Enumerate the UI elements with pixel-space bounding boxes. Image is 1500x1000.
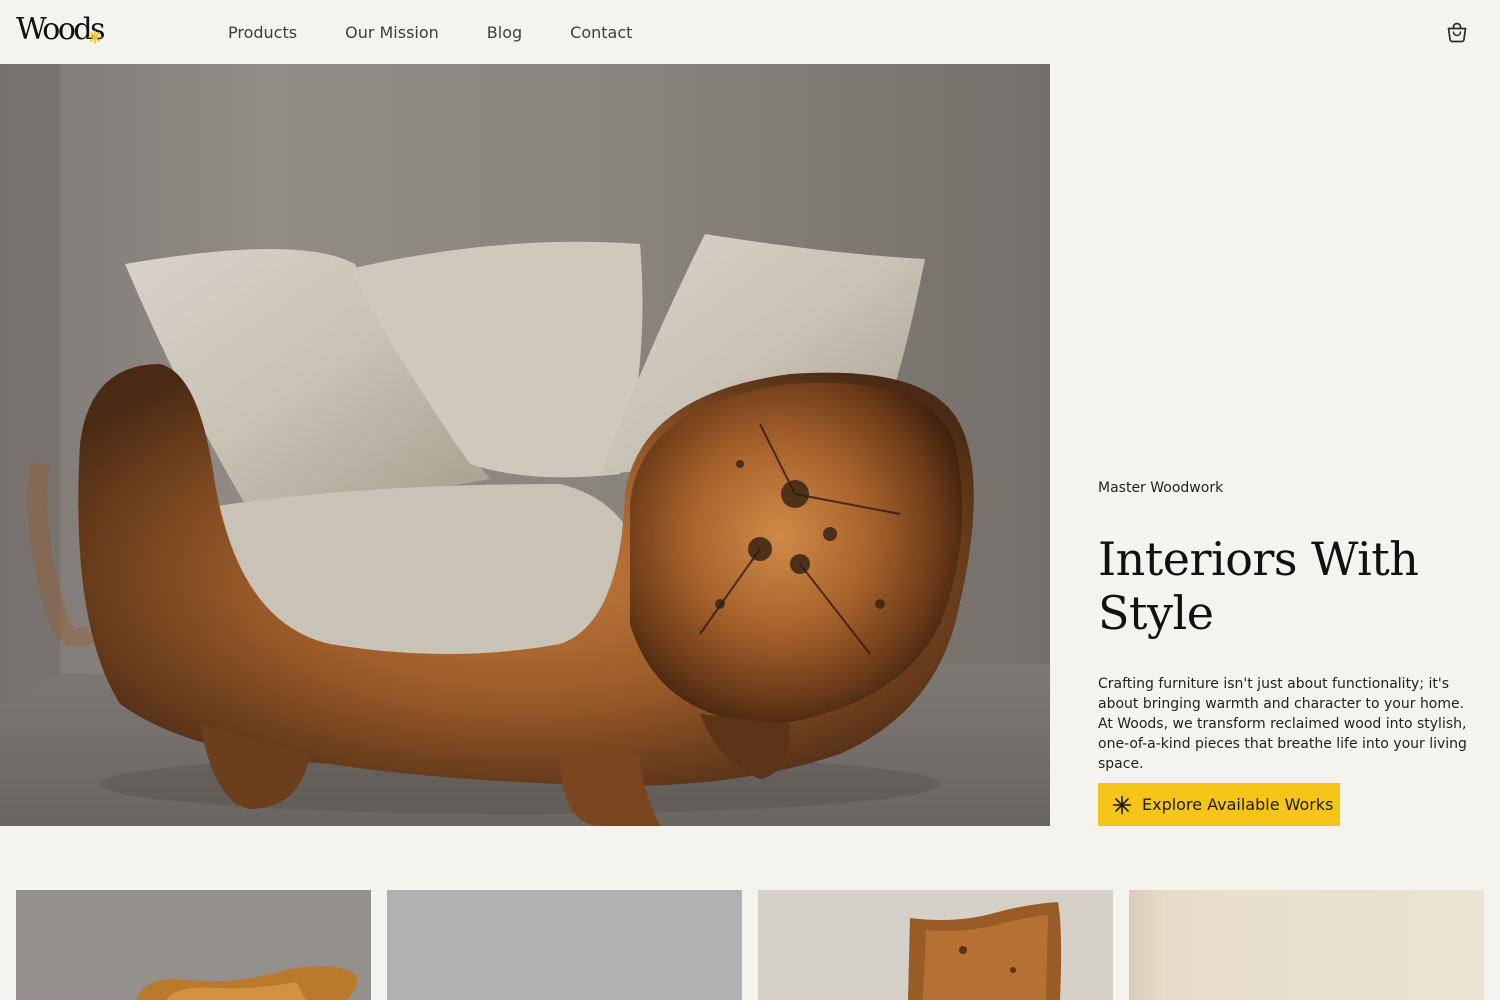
product-card[interactable] bbox=[1129, 890, 1484, 1000]
logo-star-icon bbox=[88, 30, 102, 44]
nav-link-blog[interactable]: Blog bbox=[487, 23, 522, 42]
cream-wall-product-photo bbox=[1129, 890, 1484, 1000]
site-header: Woods Products Our Mission Blog Contact bbox=[0, 0, 1500, 64]
carved-wooden-chair-photo bbox=[16, 890, 371, 1000]
explore-available-works-button[interactable]: Explore Available Works bbox=[1098, 783, 1340, 826]
product-card[interactable] bbox=[387, 890, 742, 1000]
nav-link-contact[interactable]: Contact bbox=[570, 23, 632, 42]
asterisk-icon bbox=[1112, 795, 1132, 814]
hero-text: Master Woodwork Interiors With Style Cra… bbox=[1098, 478, 1483, 774]
product-card[interactable] bbox=[16, 890, 371, 1000]
grey-background-product-photo bbox=[387, 890, 742, 1000]
shopping-bag-icon bbox=[1447, 22, 1467, 43]
hero-headline: Interiors With Style bbox=[1098, 532, 1419, 640]
hero-image bbox=[0, 64, 1050, 826]
cart-button[interactable] bbox=[1445, 20, 1469, 44]
woods-logo[interactable]: Woods bbox=[16, 10, 106, 50]
main-nav: Products Our Mission Blog Contact bbox=[228, 20, 632, 44]
wooden-chair-back-photo bbox=[758, 890, 1113, 1000]
cta-label: Explore Available Works bbox=[1142, 795, 1334, 814]
nav-link-our-mission[interactable]: Our Mission bbox=[345, 23, 439, 42]
hero-eyebrow: Master Woodwork bbox=[1098, 480, 1224, 496]
hero-description: Crafting furniture isn't just about func… bbox=[1098, 676, 1467, 772]
product-card[interactable] bbox=[758, 890, 1113, 1000]
nav-link-products[interactable]: Products bbox=[228, 23, 297, 42]
armchair-photo bbox=[0, 64, 1050, 826]
